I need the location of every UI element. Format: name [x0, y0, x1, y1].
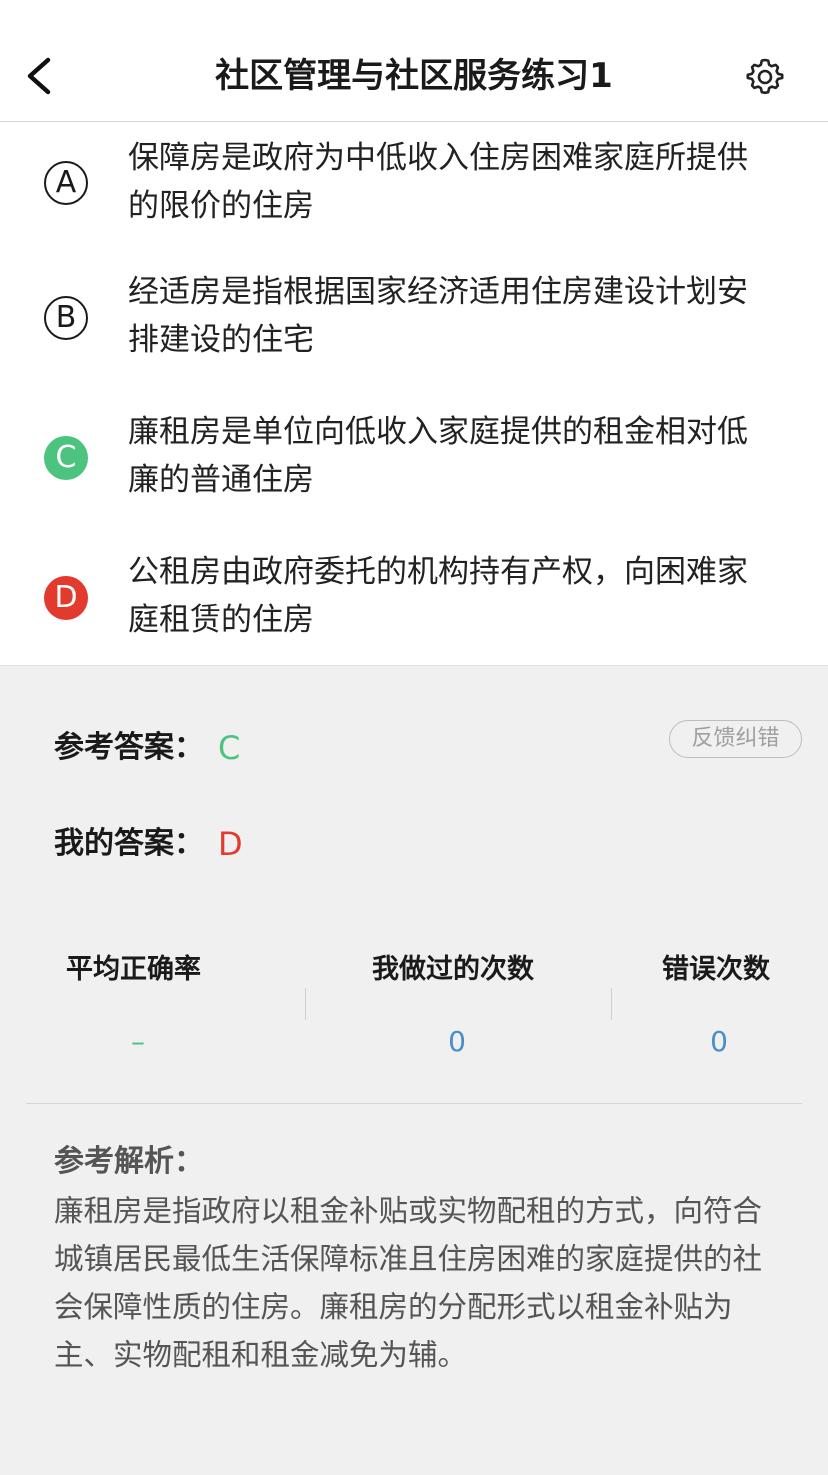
error-count-label: 错误次数 — [662, 954, 770, 985]
option-d-marker: D — [44, 576, 88, 620]
gear-icon — [746, 58, 784, 95]
option-a-text: 保障房是政府为中低收入住房困难家庭所提供的限价的住房 — [128, 140, 748, 224]
option-c[interactable]: C 廉租房是单位向低收入家庭提供的租金相对低廉的普通住房 — [0, 408, 828, 518]
settings-button[interactable] — [744, 56, 786, 98]
option-d-text: 公租房由政府委托的机构持有产权，向困难家庭租赁的住房 — [128, 554, 748, 638]
analysis-text: 廉租房是指政府以租金补贴或实物配租的方式，向符合城镇居民最低生活保障标准且住房困… — [54, 1194, 763, 1372]
my-answer-label: 我的答案： — [54, 826, 204, 861]
feedback-button[interactable]: 反馈纠错 — [669, 720, 802, 758]
avg-accuracy-value: – — [131, 1025, 145, 1058]
option-c-text: 廉租房是单位向低收入家庭提供的租金相对低廉的普通住房 — [128, 414, 748, 498]
avg-accuracy-label: 平均正确率 — [66, 954, 201, 985]
attempt-count-value: 0 — [448, 1025, 466, 1058]
back-button[interactable] — [18, 50, 62, 102]
options-list: A 保障房是政府为中低收入住房困难家庭所提供的限价的住房 B 经适房是指根据国家… — [0, 122, 828, 666]
stat-divider — [611, 988, 612, 1020]
option-a-marker: A — [44, 161, 88, 205]
reference-answer-value: C — [218, 729, 241, 767]
chevron-left-icon — [27, 57, 51, 95]
page-title: 社区管理与社区服务练习1 — [215, 56, 613, 96]
stat-divider — [305, 988, 306, 1020]
option-b-marker: B — [44, 296, 88, 340]
error-count-value: 0 — [710, 1025, 728, 1058]
option-c-marker: C — [44, 436, 88, 480]
analysis-label: 参考解析： — [54, 1144, 204, 1179]
top-bar: 社区管理与社区服务练习1 — [0, 0, 828, 122]
option-a[interactable]: A 保障房是政府为中低收入住房困难家庭所提供的限价的住房 — [0, 128, 828, 238]
my-answer-value: D — [218, 825, 243, 863]
option-b[interactable]: B 经适房是指根据国家经济适用住房建设计划安排建设的住宅 — [0, 268, 828, 378]
option-d[interactable]: D 公租房由政府委托的机构持有产权，向困难家庭租赁的住房 — [0, 548, 828, 658]
reference-answer-label: 参考答案： — [54, 730, 204, 765]
divider — [26, 1103, 802, 1104]
option-b-text: 经适房是指根据国家经济适用住房建设计划安排建设的住宅 — [128, 274, 748, 358]
attempt-count-label: 我做过的次数 — [372, 954, 534, 985]
